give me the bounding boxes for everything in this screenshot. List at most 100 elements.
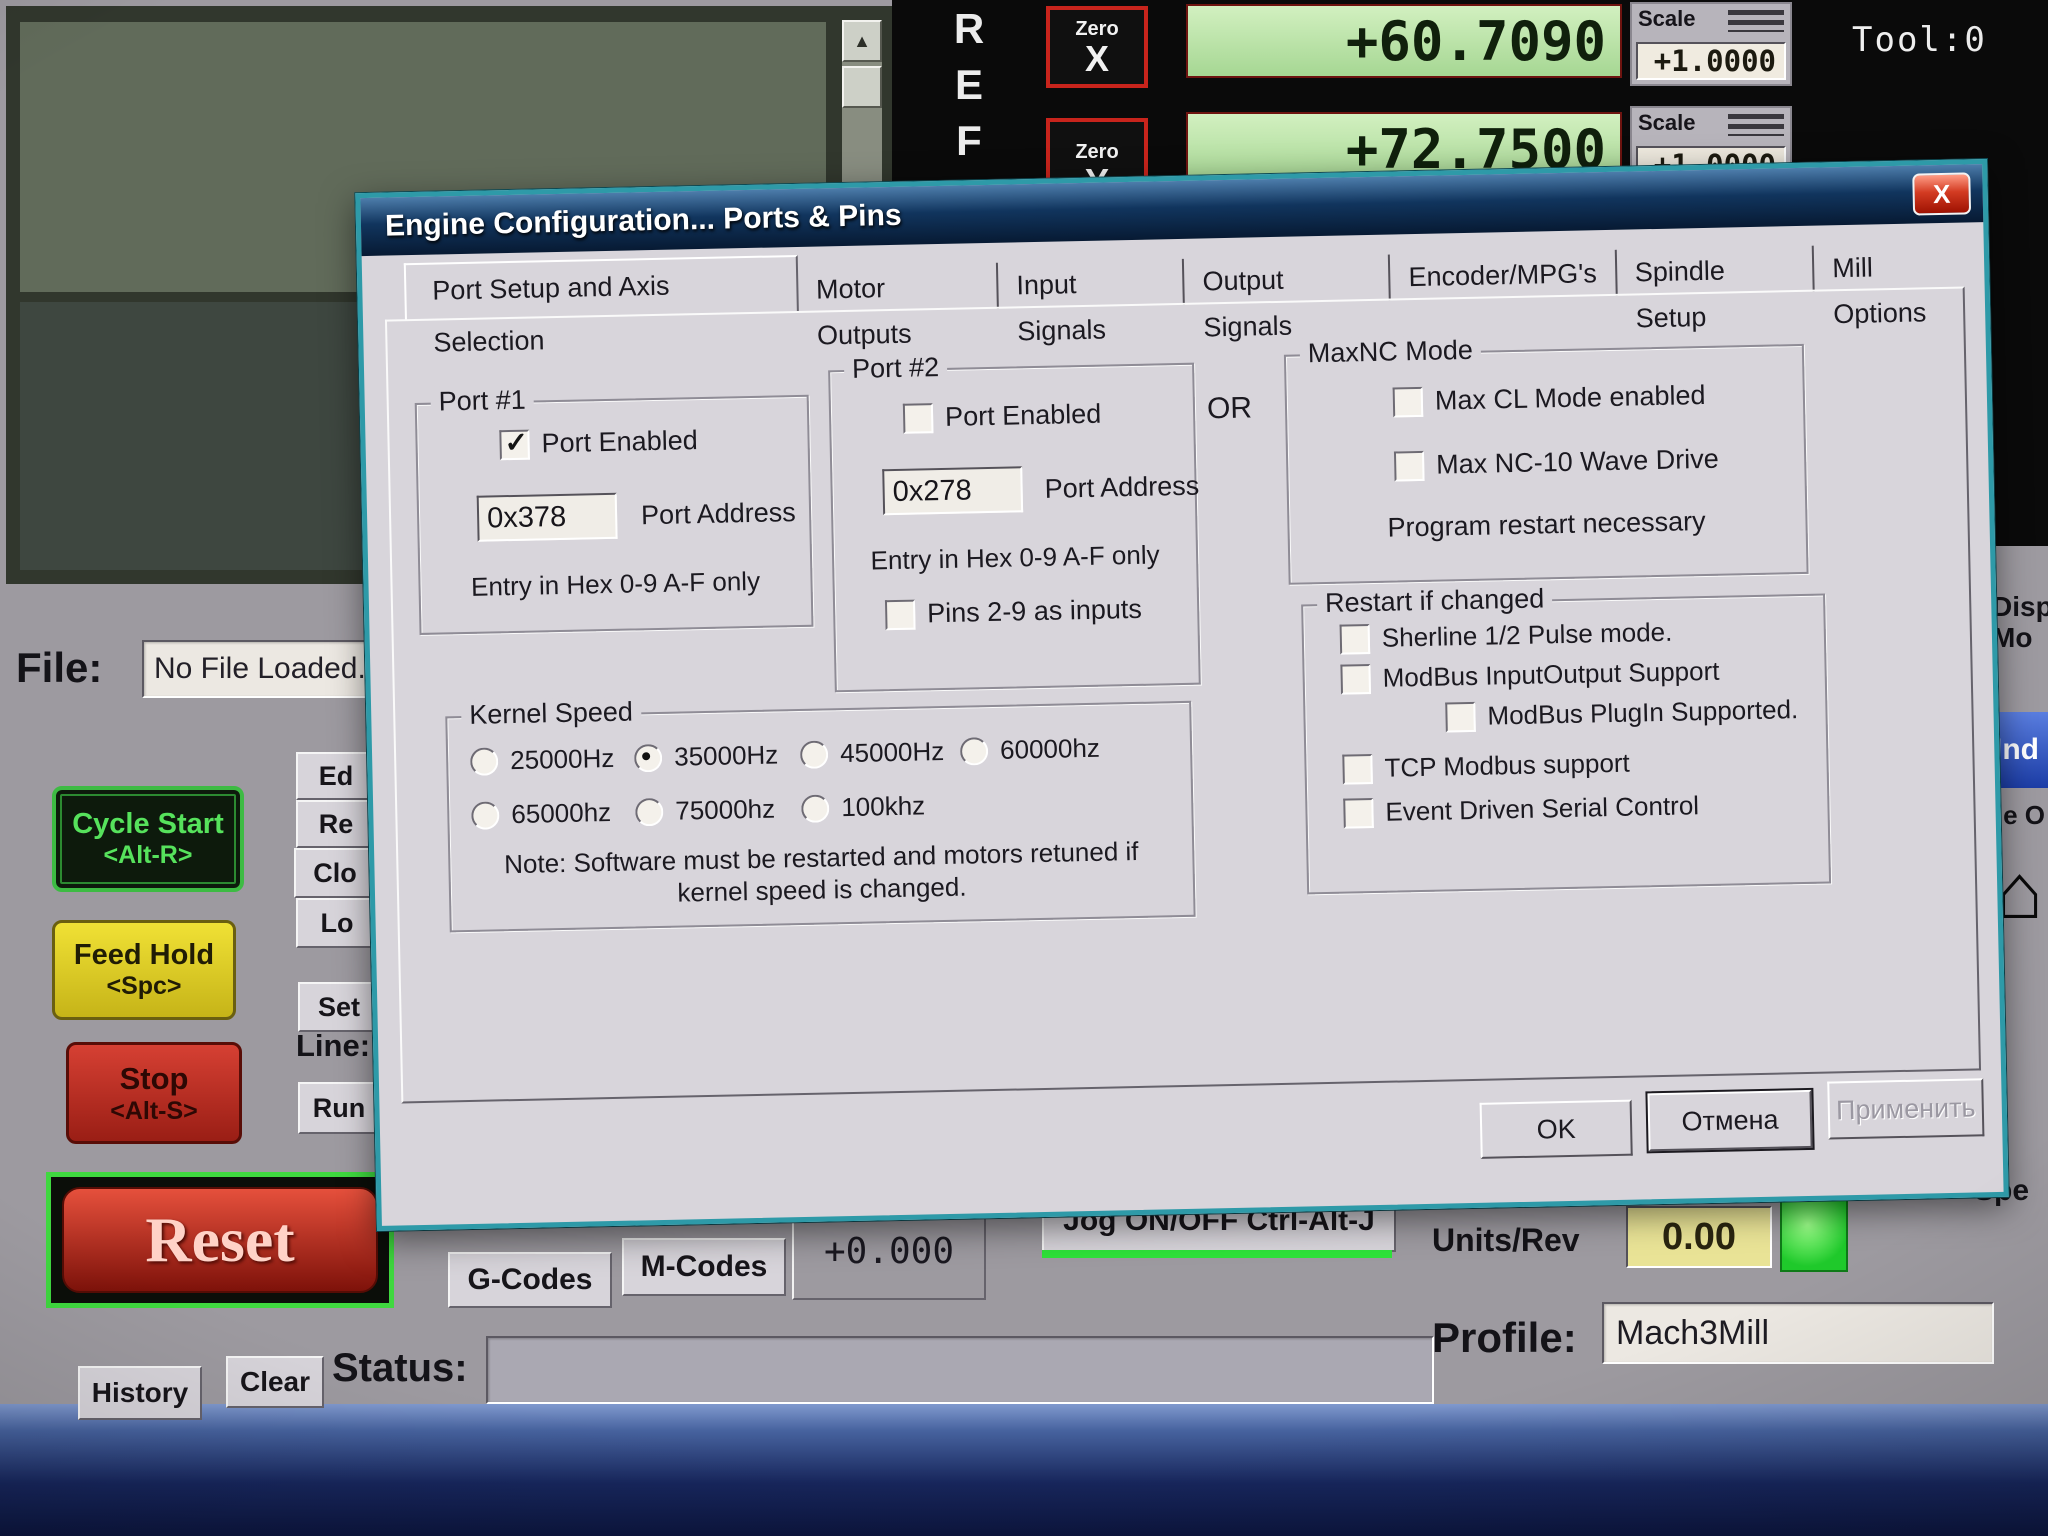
clear-button[interactable]: Clear [226, 1356, 324, 1408]
port1-legend: Port #1 [430, 385, 534, 418]
sherline-label: Sherline 1/2 Pulse mode. [1382, 617, 1673, 654]
edit-gcode-button-partial[interactable]: Ed [296, 752, 376, 800]
load-gcode-button-partial[interactable]: Lo [296, 898, 378, 948]
cycle-start-button[interactable]: Cycle Start <Alt-R> [52, 786, 244, 892]
maxnc-note: Program restart necessary [1387, 506, 1706, 544]
tab-encoder-mpg[interactable]: Encoder/MPG's [1390, 250, 1617, 301]
port2-address-input[interactable] [882, 466, 1023, 515]
tab-output-signals[interactable]: Output Signals [1184, 255, 1391, 305]
ref-all-letter[interactable]: F [938, 114, 1000, 168]
restart-legend: Restart if changed [1317, 583, 1553, 619]
port1-enabled-checkbox[interactable] [499, 429, 530, 460]
tab-spindle-setup[interactable]: Spindle Setup [1616, 246, 1815, 296]
scroll-thumb[interactable] [842, 66, 882, 108]
stop-hotkey: <Alt-S> [110, 1097, 198, 1126]
x-dro-readout[interactable]: +60.7090 [1186, 4, 1622, 78]
event-serial-checkbox[interactable] [1343, 798, 1374, 829]
dialog-title: Engine Configuration... Ports & Pins [361, 199, 902, 244]
tool-readout: Tool:0 [1852, 20, 1987, 60]
goto-zero-home-icon[interactable]: ⌂ [1996, 852, 2043, 930]
port1-group: Port #1 Port Enabled Port Address Entry … [415, 395, 814, 635]
tab-input-signals[interactable]: Input Signals [998, 259, 1185, 309]
kernel-65000-label: 65000hz [511, 797, 611, 830]
tab-motor-outputs[interactable]: Motor Outputs [798, 263, 999, 313]
kernel-100khz-radio[interactable] [801, 794, 830, 823]
port2-enabled-checkbox[interactable] [903, 403, 934, 434]
display-mode-label-partial: Disp Mo [1992, 592, 2048, 654]
units-rev-label: Units/Rev [1432, 1222, 1580, 1259]
feed-hold-label: Feed Hold [74, 939, 214, 972]
kernel-60000-radio[interactable] [960, 737, 989, 766]
line-label-partial: Line: [296, 1028, 370, 1064]
zero-x-button[interactable]: Zero X [1046, 6, 1148, 88]
max-nc10-label: Max NC-10 Wave Drive [1436, 444, 1719, 481]
feed-hold-hotkey: <Spc> [106, 972, 181, 1001]
restart-group: Restart if changed Sherline 1/2 Pulse mo… [1301, 594, 1831, 895]
ref-all-letter[interactable]: R [938, 2, 1000, 56]
jog-active-indicator [1042, 1250, 1392, 1258]
kernel-35000-label: 35000Hz [674, 739, 779, 772]
z-inhibit-value[interactable]: +0.000 [794, 1231, 984, 1272]
close-gcode-button-partial[interactable]: Clo [294, 848, 376, 898]
reset-label: Reset [62, 1187, 378, 1293]
bottom-blue-bar [0, 1404, 2048, 1536]
stop-button[interactable]: Stop <Alt-S> [66, 1042, 242, 1144]
kernel-75000-radio[interactable] [635, 797, 664, 826]
ref-all-letter[interactable]: E [938, 58, 1000, 112]
modbus-io-checkbox[interactable] [1340, 664, 1371, 695]
spindle-led-indicator [1780, 1198, 1848, 1272]
max-nc10-checkbox[interactable] [1394, 450, 1425, 481]
history-button[interactable]: History [78, 1366, 202, 1420]
kernel-60000-label: 60000hz [1000, 733, 1100, 766]
max-cl-label: Max CL Mode enabled [1435, 380, 1706, 417]
max-cl-checkbox[interactable] [1393, 386, 1424, 417]
port2-enabled-label: Port Enabled [945, 399, 1102, 433]
units-rev-value[interactable]: 0.00 [1626, 1206, 1772, 1268]
modbus-plugin-label: ModBus PlugIn Supported. [1487, 694, 1798, 732]
feed-hold-button[interactable]: Feed Hold <Spc> [52, 920, 236, 1020]
x-axis-label: X [1085, 41, 1109, 77]
scroll-up-arrow[interactable]: ▲ [842, 20, 882, 62]
port2-address-label: Port Address [1044, 471, 1199, 505]
tcp-modbus-label: TCP Modbus support [1384, 748, 1630, 784]
event-serial-label: Event Driven Serial Control [1385, 790, 1699, 828]
x-scale-panel: Scale +1.0000 [1630, 2, 1792, 86]
tab-mill-options[interactable]: Mill Options [1814, 242, 1985, 292]
kernel-25000-label: 25000Hz [510, 743, 615, 776]
engine-configuration-dialog: Engine Configuration... Ports & Pins X P… [355, 159, 2008, 1231]
stop-label: Stop [120, 1061, 189, 1097]
recent-file-button-partial[interactable]: Re [296, 800, 376, 848]
maxnc-group: MaxNC Mode Max CL Mode enabled Max NC-10… [1284, 344, 1809, 585]
port1-enabled-label: Port Enabled [541, 425, 698, 459]
gcodes-button[interactable]: G-Codes [448, 1252, 612, 1308]
scale-label: Scale [1638, 6, 1696, 32]
scale-stripes-icon [1728, 10, 1784, 32]
kernel-45000-radio[interactable] [800, 740, 829, 769]
tcp-modbus-checkbox[interactable] [1342, 754, 1373, 785]
port2-pins-checkbox[interactable] [885, 599, 916, 630]
status-label: Status: [332, 1346, 468, 1391]
apply-button: Применить [1827, 1078, 1984, 1139]
port1-address-label: Port Address [641, 497, 796, 531]
sherline-checkbox[interactable] [1340, 624, 1371, 655]
kernel-65000-radio[interactable] [471, 801, 500, 830]
run-from-here-button-partial[interactable]: Run [298, 1082, 380, 1134]
port1-address-input[interactable] [477, 493, 618, 542]
scale-label: Scale [1638, 110, 1696, 136]
kernel-25000-radio[interactable] [470, 747, 499, 776]
close-icon[interactable]: X [1912, 172, 1971, 215]
modbus-plugin-checkbox[interactable] [1445, 701, 1476, 732]
kernel-75000-label: 75000hz [675, 794, 775, 827]
kernel-speed-group: Kernel Speed 25000Hz 35000Hz 45000Hz 600… [445, 701, 1195, 933]
ok-button[interactable]: OK [1480, 1100, 1633, 1159]
cycle-start-label: Cycle Start [72, 808, 224, 841]
mcodes-button[interactable]: M-Codes [622, 1238, 786, 1296]
cancel-button[interactable]: Отмена [1647, 1090, 1812, 1151]
port2-group: Port #2 Port Enabled Port Address Entry … [828, 363, 1201, 693]
scale-stripes-icon [1728, 114, 1784, 136]
profile-field[interactable]: Mach3Mill [1602, 1302, 1994, 1364]
set-next-line-button-partial[interactable]: Set [298, 982, 380, 1032]
kernel-35000-radio[interactable] [634, 743, 663, 772]
x-scale-value[interactable]: +1.0000 [1636, 42, 1786, 80]
reset-button[interactable]: Reset [46, 1172, 394, 1308]
